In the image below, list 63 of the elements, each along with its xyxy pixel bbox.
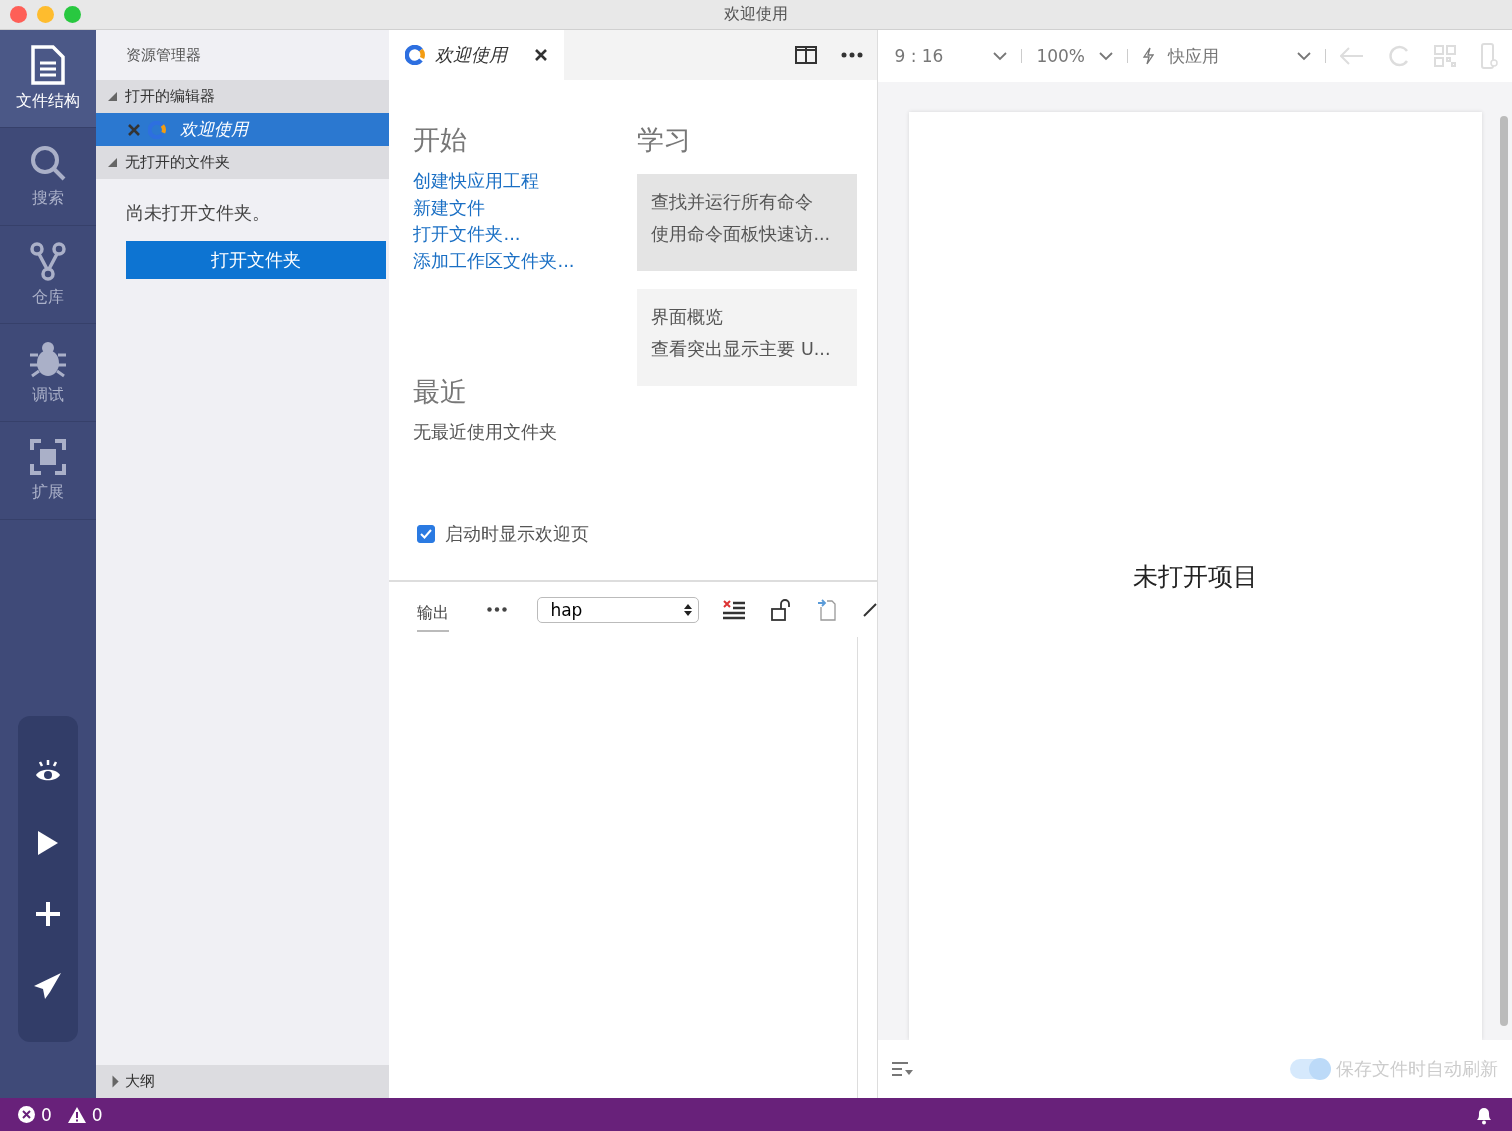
- clear-list-icon[interactable]: [723, 599, 746, 620]
- explorer-title: 资源管理器: [125, 44, 203, 66]
- plus-icon[interactable]: [35, 901, 62, 928]
- warning-count: 0: [91, 1104, 103, 1125]
- channel-select[interactable]: hap: [537, 596, 700, 623]
- expanded-icon: [108, 158, 118, 167]
- empty-message: 无最近使用文件夹: [413, 420, 559, 444]
- error-count: 0: [41, 1104, 52, 1125]
- empty-message: 未打开项目: [1133, 560, 1259, 593]
- extension-icon: [29, 438, 68, 476]
- learn-card[interactable]: 查找并运行所有命令 使用命令面板快速访...: [637, 174, 858, 271]
- section-header[interactable]: 无打开的文件夹: [96, 146, 390, 179]
- check-icon: [420, 529, 433, 539]
- more-icon[interactable]: [487, 607, 508, 612]
- checkbox-label: 启动时显示欢迎页: [445, 522, 590, 546]
- send-icon[interactable]: [33, 971, 64, 1000]
- file-arrow-icon[interactable]: [817, 598, 838, 621]
- more-icon[interactable]: [841, 52, 864, 58]
- start-link[interactable]: 新建文件: [413, 194, 638, 221]
- card-description: 使用命令面板快速访...: [651, 223, 832, 246]
- logo-icon: [405, 45, 426, 65]
- card-description: 查看突出显示主要 U...: [651, 338, 832, 361]
- checkbox[interactable]: [417, 525, 436, 543]
- open-editor-item[interactable]: 欢迎使用: [96, 113, 390, 146]
- section-header[interactable]: 大纲: [96, 1065, 390, 1098]
- error-icon[interactable]: [18, 1106, 35, 1123]
- logo-icon: [148, 120, 167, 139]
- sort-list-icon[interactable]: [892, 1061, 915, 1077]
- pencil-icon[interactable]: [863, 602, 878, 617]
- start-link[interactable]: 创建快应用工程: [413, 168, 638, 195]
- zoom-dropdown[interactable]: 100%: [1036, 46, 1113, 66]
- card-title: 界面概览: [651, 306, 725, 329]
- stepper-arrows-icon: [684, 602, 693, 617]
- bug-icon: [28, 339, 69, 379]
- expanded-icon: [108, 92, 118, 101]
- start-link[interactable]: 添加工作区文件夹...: [413, 247, 638, 274]
- unlock-icon[interactable]: [771, 598, 792, 621]
- panel-tab[interactable]: 输出: [417, 597, 450, 632]
- learn-card[interactable]: 界面概览 查看突出显示主要 U...: [637, 289, 858, 386]
- split-editor-icon[interactable]: [795, 46, 818, 64]
- empty-message: 尚未打开文件夹。: [125, 201, 272, 225]
- chevron-down-icon: [1099, 51, 1113, 61]
- section-heading: 开始: [413, 123, 469, 157]
- section-heading: 最近: [413, 375, 469, 409]
- scrollbar[interactable]: [1500, 116, 1508, 1026]
- close-icon[interactable]: [535, 49, 548, 61]
- open-folder-button[interactable]: 打开文件夹: [126, 241, 387, 279]
- section-header[interactable]: 打开的编辑器: [96, 80, 390, 113]
- window-title: 欢迎使用: [724, 4, 788, 25]
- search-icon: [29, 144, 68, 182]
- start-link[interactable]: 打开文件夹...: [413, 221, 638, 248]
- activity-tab[interactable]: 文件结构: [0, 30, 97, 128]
- chevron-down-icon: [993, 51, 1008, 61]
- document-icon: [31, 45, 66, 85]
- section-heading: 学习: [637, 123, 693, 157]
- editor-tab[interactable]: 欢迎使用: [389, 30, 565, 80]
- warning-icon[interactable]: [67, 1106, 86, 1123]
- branch-icon: [29, 241, 68, 281]
- ratio-dropdown[interactable]: 9 : 16: [894, 46, 1008, 66]
- platform-dropdown[interactable]: 快应用: [1142, 44, 1311, 68]
- card-title: 查找并运行所有命令: [651, 191, 815, 214]
- lightning-icon: [1142, 47, 1154, 65]
- chevron-down-icon: [1297, 51, 1311, 61]
